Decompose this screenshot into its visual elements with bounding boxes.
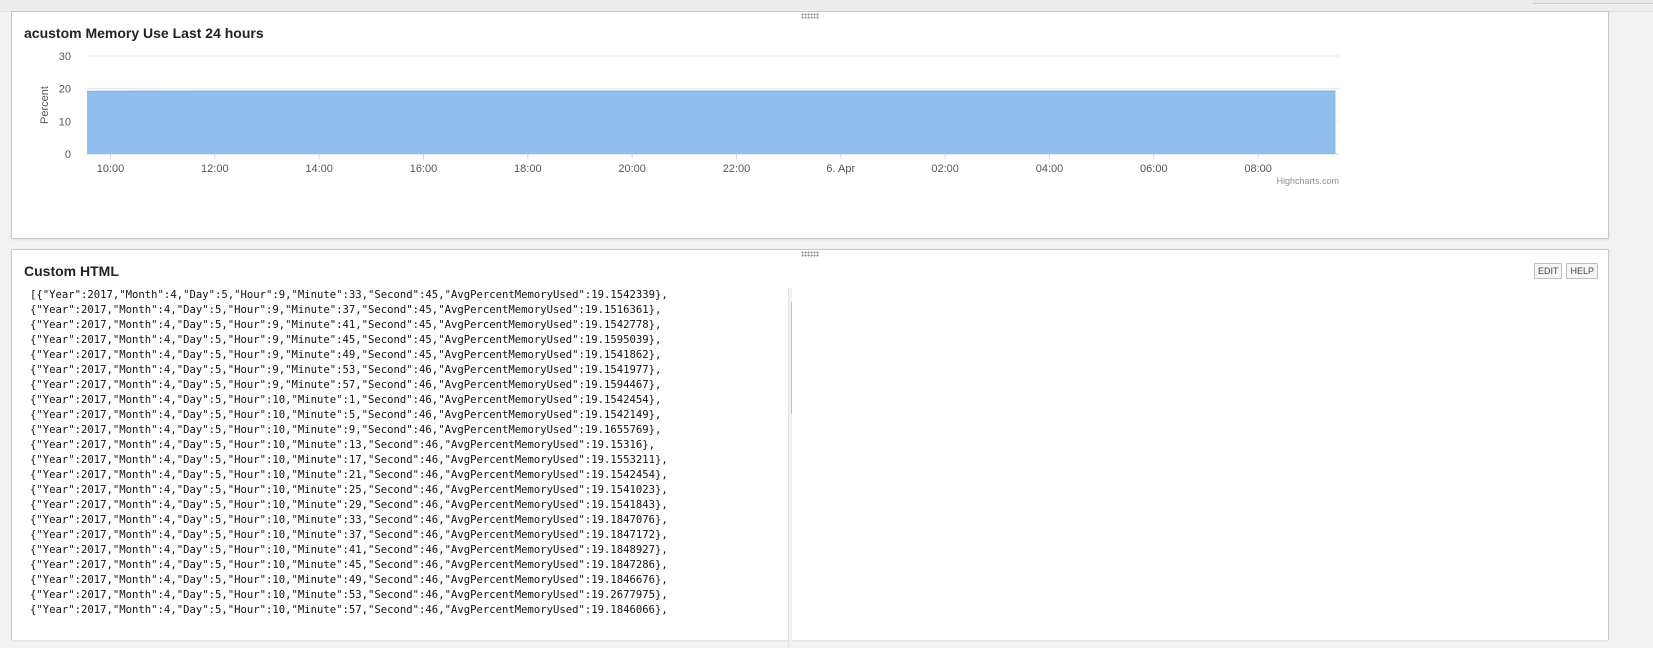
code-output-box[interactable]: [{"Year":2017,"Month":4,"Day":5,"Hour":9… xyxy=(30,288,792,648)
y-tick-label: 30 xyxy=(59,51,71,63)
code-line: {"Year":2017,"Month":4,"Day":5,"Hour":10… xyxy=(30,424,661,436)
x-tick-label: 22:00 xyxy=(723,163,751,175)
x-tick-label: 02:00 xyxy=(931,163,959,175)
code-line: {"Year":2017,"Month":4,"Day":5,"Hour":10… xyxy=(30,559,668,571)
code-line: {"Year":2017,"Month":4,"Day":5,"Hour":10… xyxy=(30,469,668,481)
vertical-scrollbar[interactable]: ▲ xyxy=(788,288,792,648)
y-tick-label: 0 xyxy=(65,149,71,161)
y-tick-label: 20 xyxy=(59,84,71,96)
x-tick-label: 08:00 xyxy=(1244,163,1272,175)
edit-button[interactable]: EDIT xyxy=(1534,263,1563,279)
x-tick-label: 6. Apr xyxy=(826,163,855,175)
panel-drag-handle[interactable] xyxy=(801,251,819,257)
code-line: {"Year":2017,"Month":4,"Day":5,"Hour":10… xyxy=(30,394,661,406)
code-line: {"Year":2017,"Month":4,"Day":5,"Hour":9,… xyxy=(30,364,661,376)
code-line: {"Year":2017,"Month":4,"Day":5,"Hour":10… xyxy=(30,499,668,511)
custom-html-panel: Custom HTML EDIT HELP [{"Year":2017,"Mon… xyxy=(11,249,1609,640)
code-line: {"Year":2017,"Month":4,"Day":5,"Hour":10… xyxy=(30,529,668,541)
code-line: {"Year":2017,"Month":4,"Day":5,"Hour":10… xyxy=(30,589,668,601)
x-tick-label: 20:00 xyxy=(618,163,646,175)
code-line: {"Year":2017,"Month":4,"Day":5,"Hour":9,… xyxy=(30,349,661,361)
code-line: {"Year":2017,"Month":4,"Day":5,"Hour":10… xyxy=(30,514,668,526)
code-line: {"Year":2017,"Month":4,"Day":5,"Hour":10… xyxy=(30,484,668,496)
memory-chart-panel: acustom Memory Use Last 24 hours 0102030… xyxy=(11,11,1609,239)
scroll-up-arrow-icon[interactable]: ▲ xyxy=(789,288,792,300)
x-tick-label: 18:00 xyxy=(514,163,542,175)
x-tick-label: 14:00 xyxy=(305,163,333,175)
highcharts-credits[interactable]: Highcharts.com xyxy=(1276,176,1339,186)
code-line: {"Year":2017,"Month":4,"Day":5,"Hour":9,… xyxy=(30,379,661,391)
custom-html-title: Custom HTML xyxy=(24,263,119,279)
x-tick-label: 06:00 xyxy=(1140,163,1168,175)
code-line: {"Year":2017,"Month":4,"Day":5,"Hour":10… xyxy=(30,439,655,451)
scroll-thumb[interactable] xyxy=(791,302,792,414)
code-line: [{"Year":2017,"Month":4,"Day":5,"Hour":9… xyxy=(30,289,668,301)
y-tick-label: 10 xyxy=(59,116,71,128)
x-tick-label: 10:00 xyxy=(97,163,125,175)
json-output-text: [{"Year":2017,"Month":4,"Day":5,"Hour":9… xyxy=(30,288,770,618)
code-line: {"Year":2017,"Month":4,"Day":5,"Hour":10… xyxy=(30,574,668,586)
code-line: {"Year":2017,"Month":4,"Day":5,"Hour":9,… xyxy=(30,334,661,346)
x-tick-label: 04:00 xyxy=(1036,163,1064,175)
help-button[interactable]: HELP xyxy=(1566,263,1598,279)
area-series-fill xyxy=(87,91,1336,154)
top-tabs xyxy=(1533,0,1653,4)
x-tick-label: 16:00 xyxy=(410,163,438,175)
code-line: {"Year":2017,"Month":4,"Day":5,"Hour":10… xyxy=(30,604,668,616)
code-line: {"Year":2017,"Month":4,"Day":5,"Hour":9,… xyxy=(30,319,661,331)
y-axis-title: Percent xyxy=(39,86,51,124)
code-line: {"Year":2017,"Month":4,"Day":5,"Hour":10… xyxy=(30,454,668,466)
code-line: {"Year":2017,"Month":4,"Day":5,"Hour":10… xyxy=(30,544,668,556)
panel-buttons: EDIT HELP xyxy=(1534,263,1598,279)
memory-area-chart: 0 10 20 30 Percent 10:00 12:00 14:00 16:00 18:00 2… xyxy=(12,12,1608,238)
x-tick-label: 12:00 xyxy=(201,163,229,175)
code-line: {"Year":2017,"Month":4,"Day":5,"Hour":9,… xyxy=(30,304,661,316)
code-line: {"Year":2017,"Month":4,"Day":5,"Hour":10… xyxy=(30,409,661,421)
